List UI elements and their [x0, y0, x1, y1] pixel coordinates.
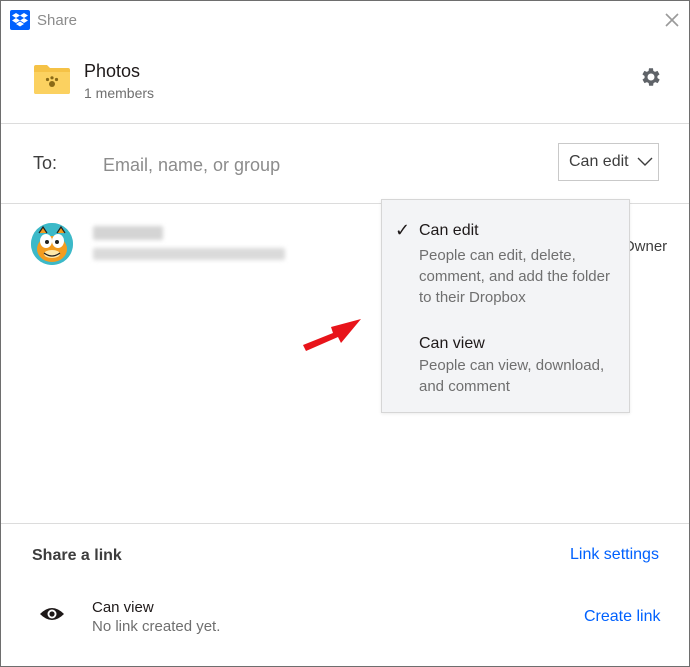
- link-settings-link[interactable]: Link settings: [570, 546, 659, 564]
- settings-button[interactable]: [639, 65, 663, 89]
- create-link-button[interactable]: Create link: [584, 608, 660, 626]
- annotation-arrow-icon: [303, 319, 361, 351]
- chevron-down-icon: [637, 157, 653, 166]
- permission-dropdown-label: Can edit: [569, 153, 629, 170]
- avatar-icon: [31, 223, 73, 265]
- gear-icon: [642, 68, 660, 86]
- member-email-redacted: [93, 248, 285, 260]
- link-status: No link created yet.: [92, 618, 221, 635]
- header-divider: [1, 123, 689, 124]
- menu-option-title: Can view: [419, 335, 485, 352]
- folder-name: Photos: [84, 61, 141, 81]
- close-icon: [665, 13, 679, 27]
- menu-option-description: People can view, download, and comment: [419, 357, 605, 395]
- to-label: To:: [33, 153, 58, 173]
- share-link-title: Share a link: [32, 547, 122, 564]
- permission-dropdown[interactable]: Can edit: [558, 143, 659, 181]
- member-name-redacted: [93, 226, 163, 240]
- close-button[interactable]: [661, 9, 683, 31]
- menu-option-can-edit[interactable]: ✓ Can edit People can edit, delete, comm…: [382, 220, 629, 310]
- menu-option-can-view[interactable]: Can view People can view, download, and …: [382, 333, 629, 399]
- dropbox-logo-icon: [10, 10, 30, 30]
- invite-input[interactable]: [101, 149, 525, 181]
- title-bar: Share: [1, 1, 689, 41]
- avatar: [31, 223, 73, 265]
- link-permission[interactable]: Can view: [92, 599, 154, 616]
- share-dialog: Share Photos 1 members To: Can edit: [0, 0, 690, 667]
- folder-icon: [33, 63, 71, 95]
- menu-option-title: Can edit: [419, 222, 479, 239]
- eye-icon: [40, 608, 64, 620]
- share-link-divider: [1, 523, 689, 524]
- window-title: Share: [37, 12, 78, 29]
- member-count: 1 members: [84, 85, 155, 101]
- check-icon: ✓: [395, 220, 411, 240]
- permission-menu: ✓ Can edit People can edit, delete, comm…: [381, 199, 630, 413]
- menu-option-description: People can edit, delete, comment, and ad…: [419, 247, 610, 306]
